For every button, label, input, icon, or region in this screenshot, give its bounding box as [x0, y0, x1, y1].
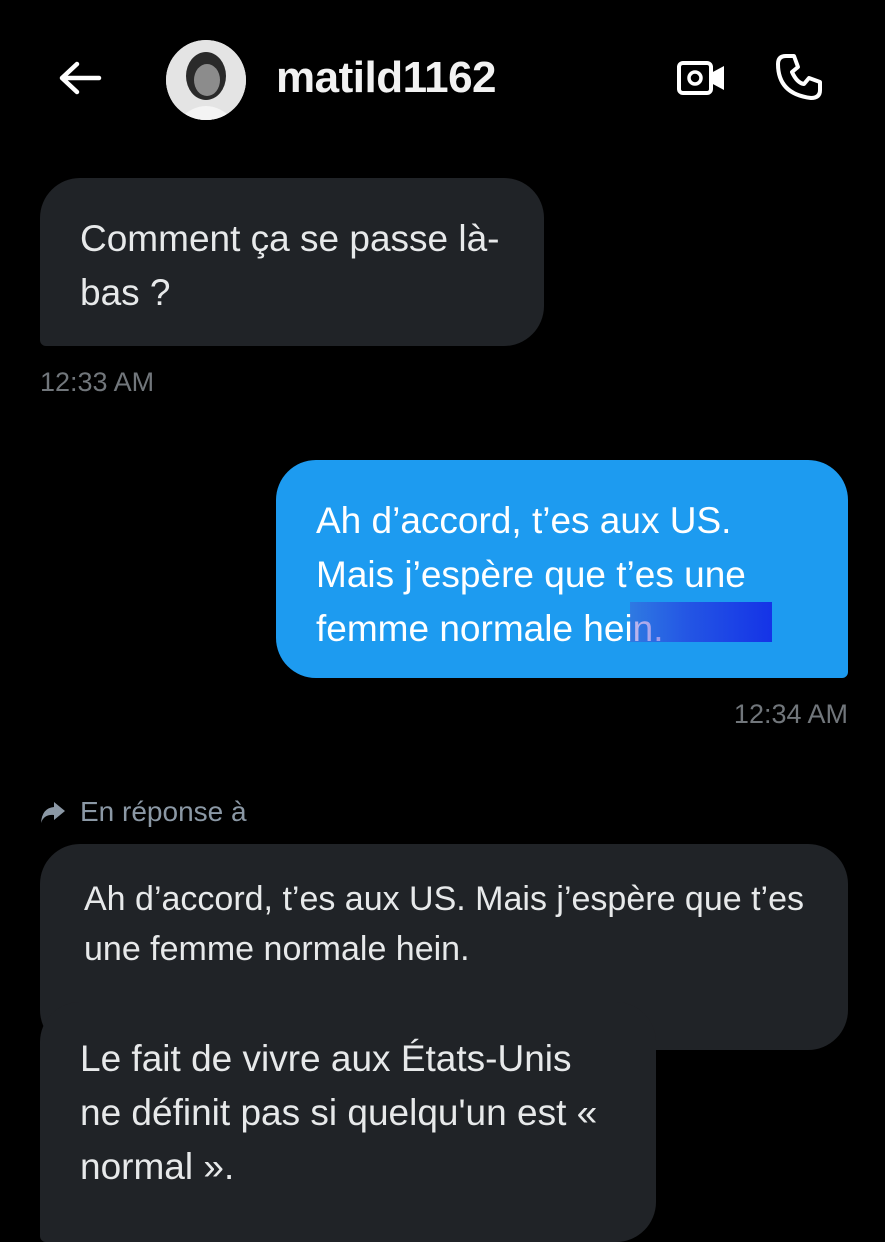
message-text: Comment ça se passe là-bas ?: [80, 218, 500, 313]
incoming-message-bubble[interactable]: Le fait de vivre aux États-Unis ne défin…: [40, 1002, 656, 1242]
outgoing-message-bubble[interactable]: Ah d’accord, t’es aux US. Mais j’espère …: [276, 460, 848, 678]
contact-username[interactable]: matild1162: [276, 52, 497, 104]
message-timestamp: 12:34 AM: [733, 699, 848, 729]
back-button[interactable]: [52, 52, 108, 108]
voice-call-button[interactable]: [770, 50, 828, 108]
message-text: Ah d’accord, t’es aux US. Mais j’espère …: [316, 500, 746, 649]
avatar[interactable]: [166, 40, 246, 120]
reply-label-text: En réponse à: [80, 796, 247, 827]
video-camera-icon: [676, 58, 728, 103]
reply-context-label: En réponse à: [38, 794, 247, 830]
conversation-header: matild1162: [0, 0, 885, 160]
quoted-message-text: Ah d’accord, t’es aux US. Mais j’espère …: [84, 880, 805, 968]
message-text: Le fait de vivre aux États-Unis ne défin…: [80, 1038, 598, 1187]
incoming-message-bubble[interactable]: Comment ça se passe là-bas ?: [40, 178, 544, 346]
message-timestamp: 12:33 AM: [40, 367, 155, 397]
phone-icon: [774, 52, 824, 107]
reply-arrow-icon: [38, 797, 68, 827]
video-call-button[interactable]: [674, 52, 730, 108]
arrow-left-icon: [57, 60, 103, 101]
